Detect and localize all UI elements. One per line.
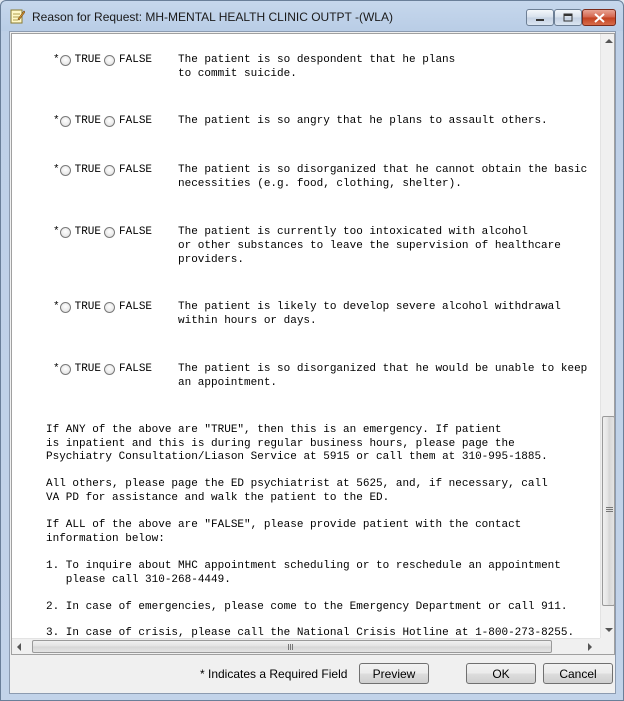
close-icon — [593, 12, 605, 23]
required-star: * — [53, 164, 60, 176]
vertical-scrollbar[interactable] — [600, 34, 614, 638]
notepad-pencil-icon — [10, 9, 25, 24]
title-bar[interactable]: Reason for Request: MH-MENTAL HEALTH CLI… — [1, 1, 623, 31]
true-radio[interactable] — [59, 164, 71, 176]
false-radio[interactable] — [104, 226, 116, 238]
false-label[interactable]: FALSE — [119, 226, 152, 238]
false-instructions-paragraph: If ALL of the above are "FALSE", please … — [46, 519, 522, 545]
true-label[interactable]: TRUE — [75, 363, 101, 375]
question-text: The patient is so despondent that he pla… — [178, 54, 456, 80]
true-label[interactable]: TRUE — [75, 301, 101, 313]
question-text: The patient is likely to develop severe … — [178, 301, 561, 327]
maximize-button[interactable] — [554, 9, 582, 26]
minimize-button[interactable] — [526, 9, 554, 26]
false-label[interactable]: FALSE — [119, 164, 152, 176]
question-options: * TRUE FALSE — [53, 53, 155, 67]
question-options: * TRUE FALSE — [53, 362, 155, 376]
true-radio[interactable] — [59, 301, 71, 313]
close-button[interactable] — [582, 9, 616, 26]
scrollbar-corner — [600, 638, 614, 654]
true-radio[interactable] — [59, 363, 71, 375]
required-star: * — [53, 226, 60, 238]
question-options: * TRUE FALSE — [53, 225, 155, 239]
vertical-scroll-thumb[interactable] — [602, 416, 614, 606]
contact-item-3: 3. In case of crisis, please call the Na… — [46, 627, 575, 638]
required-field-note: * Indicates a Required Field — [200, 667, 348, 681]
scroll-right-arrow-icon[interactable] — [588, 643, 592, 651]
emergency-paragraph: If ANY of the above are "TRUE", then thi… — [46, 424, 548, 463]
false-radio[interactable] — [104, 363, 116, 375]
cancel-button[interactable]: Cancel — [543, 663, 613, 684]
question-options: * TRUE FALSE — [53, 163, 155, 177]
question-text: The patient is so angry that he plans to… — [178, 115, 548, 127]
question-options: * TRUE FALSE — [53, 114, 155, 128]
editor-content: * TRUE FALSE The patient is so desponden… — [12, 34, 600, 638]
required-star: * — [53, 363, 60, 375]
false-label[interactable]: FALSE — [119, 115, 152, 127]
required-star: * — [53, 301, 60, 313]
ok-button[interactable]: OK — [466, 663, 536, 684]
minimize-icon — [536, 18, 544, 21]
false-radio[interactable] — [104, 301, 116, 313]
horizontal-scrollbar[interactable] — [12, 638, 600, 654]
contact-item-2: 2. In case of emergencies, please come t… — [46, 601, 568, 613]
scroll-up-arrow-icon[interactable] — [605, 39, 613, 43]
ed-psychiatrist-paragraph: All others, please page the ED psychiatr… — [46, 478, 548, 504]
true-radio[interactable] — [59, 115, 71, 127]
question-options: * TRUE FALSE — [53, 300, 155, 314]
question-text: The patient is currently too intoxicated… — [178, 226, 561, 266]
false-radio[interactable] — [104, 164, 116, 176]
false-label[interactable]: FALSE — [119, 363, 152, 375]
required-star: * — [53, 54, 60, 66]
preview-button[interactable]: Preview — [359, 663, 429, 684]
dialog-window: Reason for Request: MH-MENTAL HEALTH CLI… — [0, 0, 624, 701]
question-text: The patient is so disorganized that he c… — [178, 164, 588, 190]
window-title: Reason for Request: MH-MENTAL HEALTH CLI… — [32, 10, 393, 24]
true-radio[interactable] — [59, 54, 71, 66]
false-label[interactable]: FALSE — [119, 301, 152, 313]
false-label[interactable]: FALSE — [119, 54, 152, 66]
false-radio[interactable] — [104, 54, 116, 66]
true-label[interactable]: TRUE — [75, 164, 101, 176]
question-text: The patient is so disorganized that he w… — [178, 363, 588, 389]
required-star: * — [53, 115, 60, 127]
true-label[interactable]: TRUE — [75, 54, 101, 66]
horizontal-scroll-thumb[interactable] — [32, 640, 552, 653]
false-radio[interactable] — [104, 115, 116, 127]
true-label[interactable]: TRUE — [75, 226, 101, 238]
contact-item-1: 1. To inquire about MHC appointment sche… — [46, 560, 561, 586]
true-radio[interactable] — [59, 226, 71, 238]
scroll-down-arrow-icon[interactable] — [605, 628, 613, 632]
true-label[interactable]: TRUE — [75, 115, 101, 127]
dialog-client-area: * TRUE FALSE The patient is so desponden… — [9, 31, 616, 694]
scroll-left-arrow-icon[interactable] — [17, 643, 21, 651]
reason-text-editor[interactable]: * TRUE FALSE The patient is so desponden… — [11, 33, 615, 655]
maximize-icon — [563, 13, 573, 22]
